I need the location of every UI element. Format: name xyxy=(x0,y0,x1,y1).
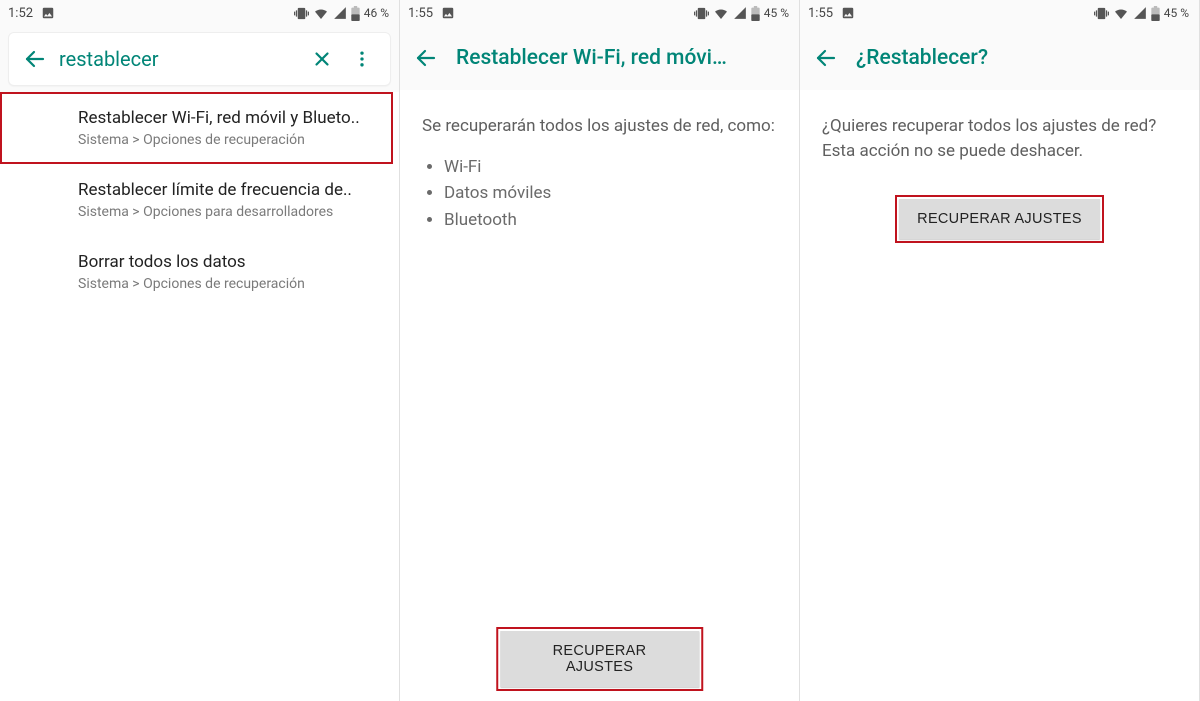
search-input[interactable]: restablecer xyxy=(55,47,302,71)
more-menu-button[interactable] xyxy=(342,39,382,79)
status-bar: 1:52 46 % xyxy=(0,0,399,26)
list-item: Datos móviles xyxy=(444,181,777,206)
signal-icon xyxy=(1133,6,1147,20)
wifi-icon xyxy=(713,5,729,21)
back-button[interactable] xyxy=(806,38,846,78)
search-card: restablecer xyxy=(8,32,391,86)
result-title: Borrar todos los datos xyxy=(78,252,383,272)
search-results: Restablecer Wi-Fi, red móvil y Blueto.. … xyxy=(0,92,399,701)
screen-confirm-reset: 1:55 45 % ¿Restablecer? ¿Quieres recuper… xyxy=(800,0,1200,701)
signal-icon xyxy=(333,6,347,20)
recover-settings-button[interactable]: RECUPERAR AJUSTES xyxy=(899,199,1100,239)
signal-icon xyxy=(733,6,747,20)
highlight-box: RECUPERAR AJUSTES xyxy=(500,631,700,687)
clear-search-button[interactable] xyxy=(302,39,342,79)
content-area: ¿Quieres recuperar todos los ajustes de … xyxy=(800,90,1199,701)
page-title: ¿Restablecer? xyxy=(846,46,988,70)
intro-text: Se recuperarán todos los ajustes de red,… xyxy=(422,114,777,139)
result-breadcrumb: Sistema > Opciones para desarrolladores xyxy=(78,204,383,220)
battery-icon xyxy=(1151,6,1160,21)
vibrate-icon xyxy=(294,6,309,21)
status-bar: 1:55 45 % xyxy=(400,0,799,26)
wifi-icon xyxy=(1113,5,1129,21)
list-item: Wi-Fi xyxy=(444,155,777,180)
image-icon xyxy=(841,6,855,20)
result-item-reset-freq[interactable]: Restablecer límite de frecuencia de.. Si… xyxy=(0,164,399,236)
status-bar: 1:55 45 % xyxy=(800,0,1199,26)
result-item-erase-all[interactable]: Borrar todos los datos Sistema > Opcione… xyxy=(0,236,399,308)
image-icon xyxy=(41,6,55,20)
recover-settings-button[interactable]: RECUPERAR AJUSTES xyxy=(500,631,700,687)
page-title: Restablecer Wi-Fi, red móvi… xyxy=(446,46,727,70)
screen-search: 1:52 46 % restablecer Restablecer Wi-Fi,… xyxy=(0,0,400,701)
highlight-box: RECUPERAR AJUSTES xyxy=(899,199,1100,239)
content-area: Se recuperarán todos los ajustes de red,… xyxy=(400,90,799,701)
result-title: Restablecer límite de frecuencia de.. xyxy=(78,180,383,200)
vibrate-icon xyxy=(1094,6,1109,21)
back-button[interactable] xyxy=(15,39,55,79)
result-breadcrumb: Sistema > Opciones de recuperación xyxy=(78,276,383,292)
vibrate-icon xyxy=(694,6,709,21)
screen-reset-network: 1:55 45 % Restablecer Wi-Fi, red móvi… S… xyxy=(400,0,800,701)
battery-icon xyxy=(751,6,760,21)
reset-items-list: Wi-Fi Datos móviles Bluetooth xyxy=(422,155,777,233)
back-button[interactable] xyxy=(406,38,446,78)
battery-icon xyxy=(351,6,360,21)
app-bar: ¿Restablecer? xyxy=(800,26,1199,90)
result-breadcrumb: Sistema > Opciones de recuperación xyxy=(78,132,377,148)
app-bar: Restablecer Wi-Fi, red móvi… xyxy=(400,26,799,90)
result-title: Restablecer Wi-Fi, red móvil y Blueto.. xyxy=(78,108,377,128)
result-item-reset-network[interactable]: Restablecer Wi-Fi, red móvil y Blueto.. … xyxy=(0,92,393,164)
status-battery: 45 % xyxy=(764,6,789,20)
wifi-icon xyxy=(313,5,329,21)
status-battery: 45 % xyxy=(1164,6,1189,20)
image-icon xyxy=(441,6,455,20)
status-time: 1:55 xyxy=(808,6,833,21)
status-battery: 46 % xyxy=(364,6,389,20)
status-time: 1:52 xyxy=(8,6,33,21)
list-item: Bluetooth xyxy=(444,208,777,233)
status-time: 1:55 xyxy=(408,6,433,21)
confirm-text: ¿Quieres recuperar todos los ajustes de … xyxy=(822,114,1177,163)
